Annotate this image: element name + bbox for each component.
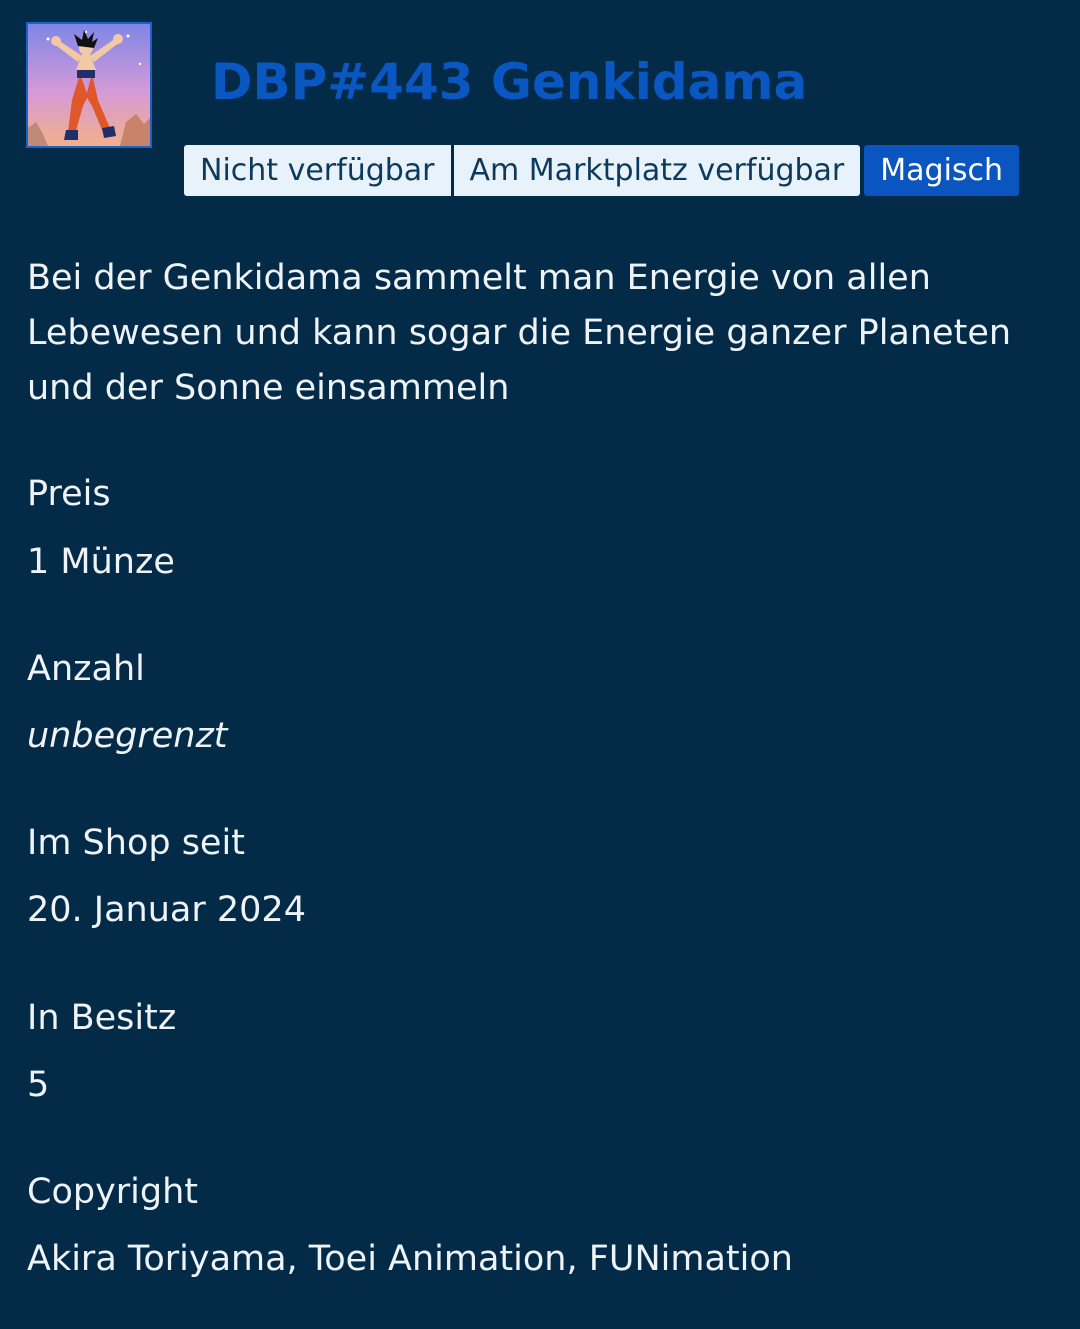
price-value: 1 Münze bbox=[27, 542, 175, 582]
in-shop-since-value: 20. Januar 2024 bbox=[27, 890, 306, 930]
badge-not-available: Nicht verfügbar bbox=[184, 145, 451, 196]
badge-magic: Magisch bbox=[864, 145, 1020, 196]
item-description: Bei der Genkidama sammelt man Energie vo… bbox=[27, 258, 1012, 408]
price-label: Preis bbox=[27, 474, 111, 514]
item-image bbox=[26, 22, 152, 148]
quantity-value: unbegrenzt bbox=[27, 716, 228, 756]
quantity-label: Anzahl bbox=[27, 649, 145, 689]
owned-label: In Besitz bbox=[27, 998, 177, 1038]
item-badges: Nicht verfügbar Am Marktplatz verfügbar … bbox=[184, 145, 1020, 196]
copyright-label: Copyright bbox=[27, 1172, 199, 1212]
owned-value: 5 bbox=[27, 1065, 50, 1105]
item-title: DBP#443 Genkidama bbox=[211, 53, 808, 111]
copyright-value: Akira Toriyama, Toei Animation, FUNimati… bbox=[27, 1239, 793, 1279]
badge-marketplace: Am Marktplatz verfügbar bbox=[453, 145, 861, 196]
in-shop-since-label: Im Shop seit bbox=[27, 823, 245, 863]
